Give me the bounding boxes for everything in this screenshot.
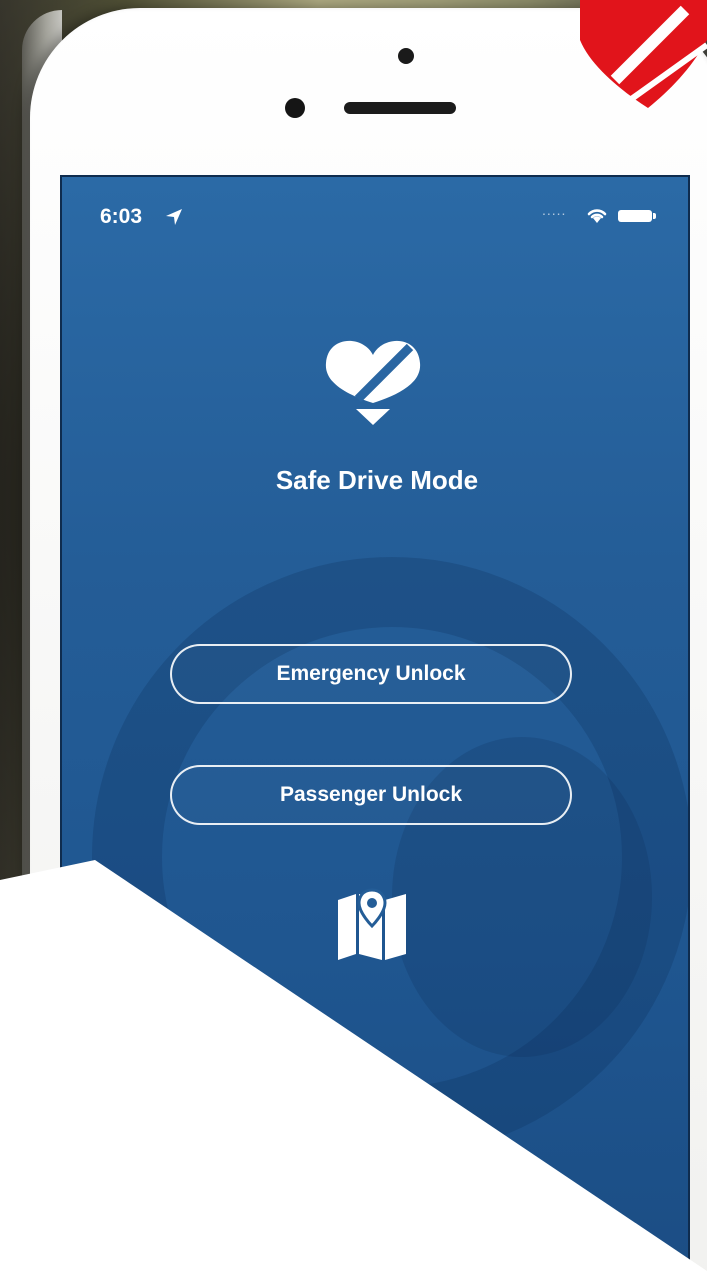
heart-logo-icon [325,340,421,425]
signal-strength-dots: ..... [542,202,567,218]
proximity-sensor [285,98,305,118]
status-bar: 6:03 ..... [62,177,688,247]
passenger-unlock-button[interactable]: Passenger Unlock [170,765,572,825]
emergency-unlock-label: Emergency Unlock [276,662,466,685]
battery-tip [653,213,656,219]
app-title: Safe Drive Mode [275,465,479,495]
map-pin-icon[interactable] [332,882,412,962]
phone-screen: 6:03 ..... Safe Drive Mode Emergency Unl… [60,175,690,1271]
wifi-icon [587,209,607,223]
battery-icon [618,210,652,222]
emergency-unlock-button[interactable]: Emergency Unlock [170,644,572,704]
passenger-unlock-label: Passenger Unlock [279,783,463,806]
location-arrow-icon [166,209,182,225]
status-time: 6:03 [100,205,143,228]
brand-logo-icon [580,0,707,108]
earpiece-speaker [344,102,456,114]
front-camera [398,48,414,64]
